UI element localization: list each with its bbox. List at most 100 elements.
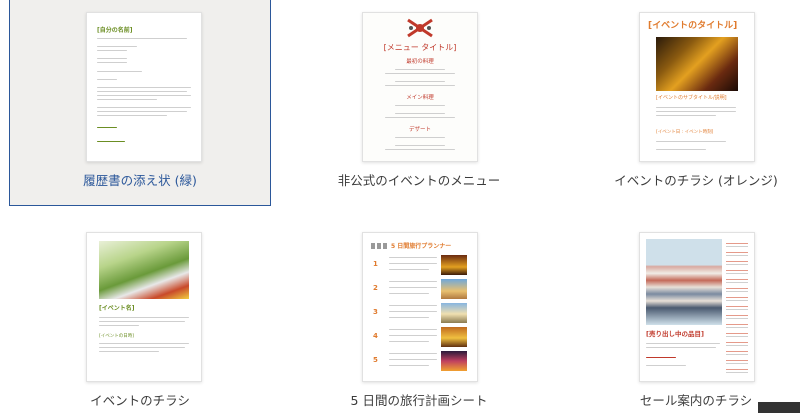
thumb-line	[99, 317, 189, 318]
scrollbar-corner[interactable]	[758, 402, 800, 413]
destination-photo	[441, 303, 467, 323]
thumb-line	[97, 95, 191, 96]
ornament-icon	[405, 17, 435, 39]
thumb-line	[646, 357, 676, 358]
thumb-line	[395, 145, 445, 146]
template-thumbnail: [イベント名] [イベントの日時]	[86, 232, 202, 382]
thumb-line	[389, 335, 437, 336]
template-thumbnail: [メニュー タイトル] 最初の料理 メイン料理 デザート	[362, 12, 478, 162]
thumb-line	[389, 359, 437, 360]
thumb-line	[389, 281, 437, 282]
thumb-line	[389, 317, 429, 318]
thumb-line	[389, 293, 429, 294]
thumb-line	[395, 105, 445, 106]
thumb-line	[99, 321, 185, 322]
destination-photo	[441, 279, 467, 299]
thumb-line	[646, 365, 686, 366]
thumb-line	[395, 69, 445, 70]
day-number: 4	[373, 332, 378, 340]
template-caption: イベントのチラシ (オレンジ)	[614, 173, 778, 188]
day-number: 2	[373, 284, 378, 292]
thumb-line	[97, 91, 187, 92]
thumb-line	[97, 38, 187, 39]
thumb-line	[389, 287, 437, 288]
thumb-title: [売り出し中の品目]	[646, 330, 704, 338]
thumb-title: [イベントのタイトル]	[648, 21, 738, 31]
thumb-line	[395, 81, 445, 82]
event-photo	[99, 241, 189, 299]
thumb-line	[395, 137, 445, 138]
destination-photo	[441, 351, 467, 371]
template-caption: イベントのチラシ	[90, 393, 190, 408]
thumb-line	[389, 341, 429, 342]
thumb-line	[646, 343, 720, 344]
thumb-line	[97, 87, 191, 88]
template-tile-menu[interactable]: [メニュー タイトル] 最初の料理 メイン料理 デザート 非公式のイベントのメニ…	[289, 0, 549, 190]
thumb-line	[97, 62, 127, 63]
thumb-line	[97, 127, 117, 128]
thumb-title: [イベント名]	[99, 305, 135, 312]
thumb-line	[97, 115, 167, 116]
thumb-line	[97, 141, 125, 142]
thumb-line	[656, 149, 706, 150]
thumb-line	[389, 329, 437, 330]
template-tile-travel-planner[interactable]: 5 日間旅行プランナー 1 2 3 4 5 5 日間の旅行計画シート	[289, 218, 549, 408]
thumb-section: メイン料理	[406, 95, 434, 101]
destination-photo	[441, 255, 467, 275]
thumb-line	[389, 305, 437, 306]
destination-photo	[441, 327, 467, 347]
thumb-line	[97, 111, 187, 112]
thumb-line	[97, 79, 117, 80]
thumb-line	[646, 347, 716, 348]
thumb-line	[97, 46, 137, 47]
thumb-line	[656, 107, 736, 108]
thumb-line	[656, 115, 716, 116]
day-number: 3	[373, 308, 378, 316]
day-number: 1	[373, 260, 378, 268]
thumb-line	[385, 85, 455, 86]
thumb-subtitle: [イベントのサブタイトル/説明]	[656, 95, 727, 101]
event-photo	[656, 37, 738, 91]
thumb-line	[97, 50, 127, 51]
thumb-line	[385, 73, 455, 74]
template-tile-event-flyer[interactable]: [イベント名] [イベントの日時] イベントのチラシ	[10, 218, 270, 408]
template-tile-sale-flyer[interactable]: [売り出し中の品目] セール案内のチラシ	[566, 218, 800, 408]
template-thumbnail: 5 日間旅行プランナー 1 2 3 4 5	[362, 232, 478, 382]
template-tile-event-flyer-orange[interactable]: [イベントのタイトル] [イベントのサブタイトル/説明] [イベント日 : イベ…	[566, 0, 800, 190]
thumb-line	[389, 269, 429, 270]
thumb-line	[99, 351, 159, 352]
day-number: 5	[373, 356, 378, 364]
thumb-line	[395, 113, 445, 114]
thumb-line	[97, 99, 157, 100]
template-caption: 5 日間の旅行計画シート	[350, 393, 488, 408]
thumb-line	[389, 353, 437, 354]
thumb-line	[389, 311, 437, 312]
template-tile-cover-letter[interactable]: [自分の名前] 履歴書の添え状 (緑)	[9, 0, 271, 206]
template-thumbnail: [イベントのタイトル] [イベントのサブタイトル/説明] [イベント日 : イベ…	[639, 12, 755, 162]
thumb-line	[389, 257, 437, 258]
price-list	[726, 239, 748, 375]
thumb-line	[389, 365, 429, 366]
thumb-title: [自分の名前]	[97, 27, 133, 34]
thumb-title: [メニュー タイトル]	[383, 43, 457, 52]
thumb-line	[656, 111, 736, 112]
thumb-line	[385, 149, 455, 150]
template-caption: 履歴書の添え状 (緑)	[83, 173, 197, 188]
template-thumbnail: [自分の名前]	[86, 12, 202, 162]
thumb-line	[97, 58, 127, 59]
thumb-line	[99, 343, 189, 344]
thumb-line	[99, 347, 185, 348]
thumb-section: デザート	[408, 127, 431, 133]
thumb-line	[385, 117, 455, 118]
thumb-line	[389, 263, 437, 264]
thumb-line	[99, 325, 139, 326]
books-photo	[646, 239, 722, 325]
thumb-line	[656, 141, 726, 142]
thumb-subtitle: [イベントの日時]	[99, 334, 135, 339]
thumb-title: 5 日間旅行プランナー	[391, 243, 452, 250]
thumb-section: 最初の料理	[406, 59, 434, 65]
thumb-subtitle: [イベント日 : イベント時刻]	[656, 130, 714, 135]
template-caption: 非公式のイベントのメニュー	[337, 173, 501, 188]
template-thumbnail: [売り出し中の品目]	[639, 232, 755, 382]
thumb-line	[97, 71, 142, 72]
